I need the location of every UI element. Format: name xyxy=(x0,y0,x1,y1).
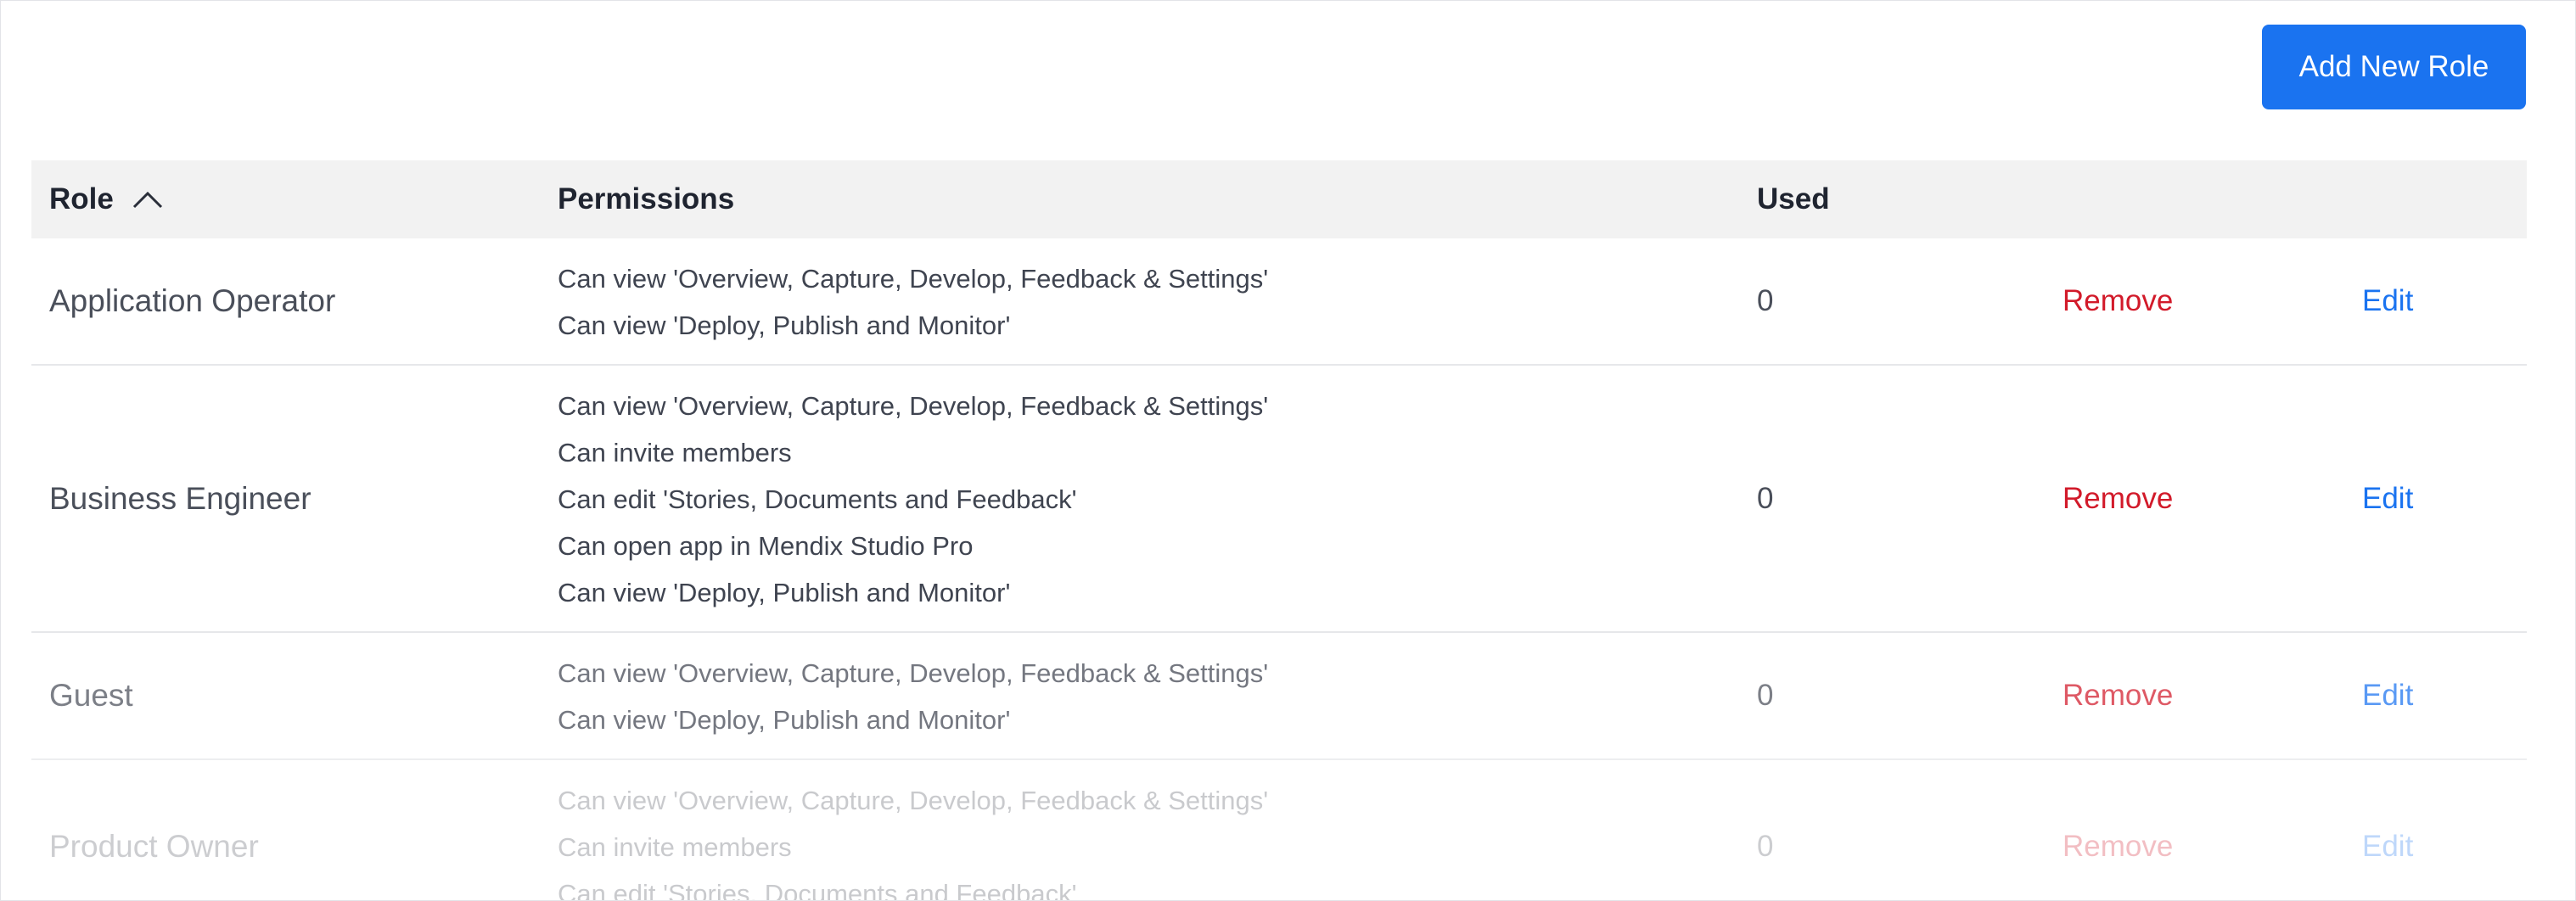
used-header-label: Used xyxy=(1757,182,1830,215)
roles-table: Role Permissions Used Application Operat… xyxy=(31,160,2527,901)
remove-role-link[interactable]: Remove xyxy=(2062,679,2173,712)
permission-item: Can open app in Mendix Studio Pro xyxy=(558,531,974,561)
table-row: Product Owner Can view 'Overview, Captur… xyxy=(31,760,2527,901)
remove-role-link[interactable]: Remove xyxy=(2062,482,2173,515)
used-count: 0 xyxy=(1757,829,1774,863)
table-row: Guest Can view 'Overview, Capture, Devel… xyxy=(31,633,2527,760)
role-name: Guest xyxy=(49,678,133,713)
permissions-column-header: Permissions xyxy=(558,182,1757,216)
remove-role-link[interactable]: Remove xyxy=(2062,830,2173,863)
permissions-list: Can view 'Overview, Capture, Develop, Fe… xyxy=(558,633,1757,758)
permissions-list: Can view 'Overview, Capture, Develop, Fe… xyxy=(558,238,1757,364)
used-count: 0 xyxy=(1757,284,1774,317)
edit-role-link[interactable]: Edit xyxy=(2283,679,2413,712)
permission-item: Can view 'Deploy, Publish and Monitor' xyxy=(558,578,1011,607)
role-name: Application Operator xyxy=(49,283,336,318)
used-count: 0 xyxy=(1757,679,1774,712)
permissions-list: Can view 'Overview, Capture, Develop, Fe… xyxy=(558,366,1757,631)
permission-item: Can edit 'Stories, Documents and Feedbac… xyxy=(558,879,1077,901)
used-count: 0 xyxy=(1757,481,1774,515)
table-header: Role Permissions Used xyxy=(31,160,2527,238)
permission-item: Can view 'Deploy, Publish and Monitor' xyxy=(558,705,1011,735)
permission-item: Can view 'Overview, Capture, Develop, Fe… xyxy=(558,391,1269,421)
roles-panel: Add New Role Role Permissions Used Appli… xyxy=(0,0,2576,901)
table-row: Application Operator Can view 'Overview,… xyxy=(31,238,2527,366)
role-name: Business Engineer xyxy=(49,480,311,516)
permissions-header-label: Permissions xyxy=(558,182,735,215)
permissions-list: Can view 'Overview, Capture, Develop, Fe… xyxy=(558,760,1757,901)
permission-item: Can view 'Deploy, Publish and Monitor' xyxy=(558,311,1011,340)
role-header-label: Role xyxy=(49,182,114,215)
permission-item: Can view 'Overview, Capture, Develop, Fe… xyxy=(558,786,1269,815)
table-row: Business Engineer Can view 'Overview, Ca… xyxy=(31,366,2527,633)
sort-ascending-icon[interactable] xyxy=(132,190,163,209)
remove-role-link[interactable]: Remove xyxy=(2062,284,2173,317)
role-name: Product Owner xyxy=(49,828,259,864)
add-new-role-button[interactable]: Add New Role xyxy=(2262,25,2526,109)
edit-role-link[interactable]: Edit xyxy=(2283,830,2413,863)
permission-item: Can invite members xyxy=(558,832,792,862)
permission-item: Can view 'Overview, Capture, Develop, Fe… xyxy=(558,264,1269,294)
permission-item: Can view 'Overview, Capture, Develop, Fe… xyxy=(558,658,1269,688)
permission-item: Can edit 'Stories, Documents and Feedbac… xyxy=(558,484,1077,514)
role-column-header[interactable]: Role xyxy=(31,182,558,216)
edit-role-link[interactable]: Edit xyxy=(2283,482,2413,515)
permission-item: Can invite members xyxy=(558,438,792,467)
used-column-header: Used xyxy=(1757,182,2062,216)
edit-role-link[interactable]: Edit xyxy=(2283,284,2413,317)
